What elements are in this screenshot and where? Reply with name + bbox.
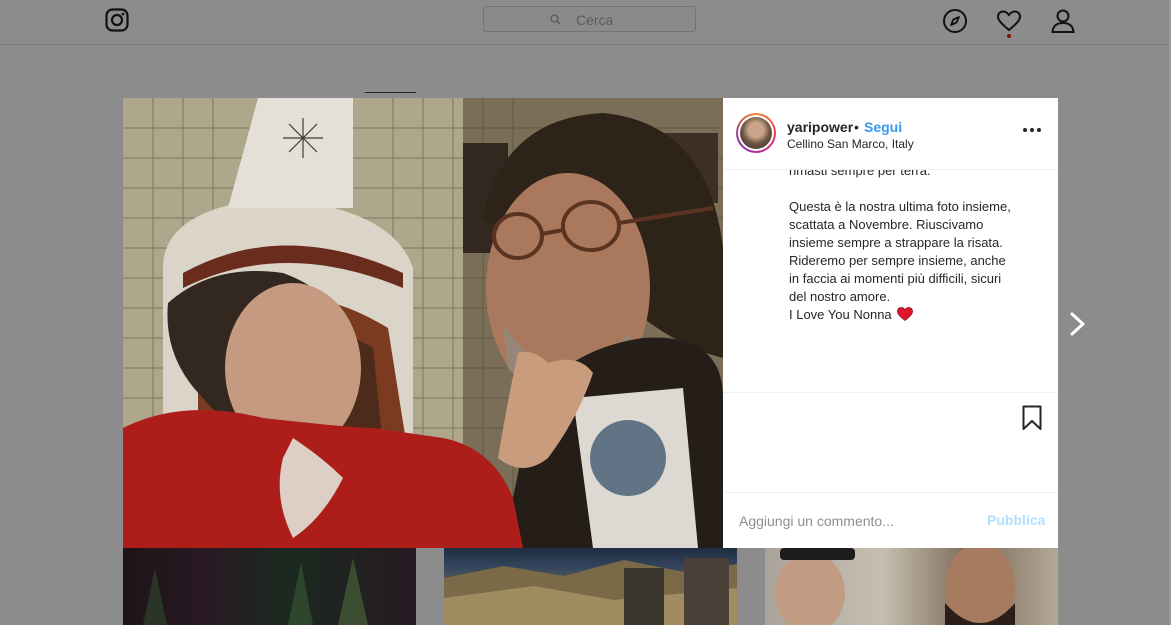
post-photo[interactable] xyxy=(123,98,723,548)
grid-thumbnail-1-image xyxy=(143,558,368,625)
username-link[interactable]: yaripower xyxy=(787,119,853,135)
top-navbar: Cerca xyxy=(0,0,1171,45)
grid-thumbnail-2-image xyxy=(444,558,737,625)
red-heart-icon xyxy=(897,307,914,321)
separator-dot: • xyxy=(854,119,859,135)
comment-bar: Pubblica xyxy=(723,492,1058,549)
profile-icon[interactable] xyxy=(1050,8,1076,34)
grid-thumbnail-3[interactable] xyxy=(765,548,1058,625)
caption-line: in faccia ai momenti più difficili, sicu… xyxy=(789,271,1002,286)
comment-input[interactable] xyxy=(739,511,969,531)
active-tab-indicator xyxy=(365,92,416,93)
caption-text: rimasti sempre per terra. Questa è la no… xyxy=(789,170,1044,342)
caption-line: insieme sempre a strappare la risata. xyxy=(789,235,1003,250)
publish-button[interactable]: Pubblica xyxy=(987,512,1045,528)
post-side-panel: yaripower • Segui Cellino San Marco, Ita… xyxy=(723,98,1058,548)
grid-thumbnail-2[interactable] xyxy=(444,548,737,625)
post-header: yaripower • Segui Cellino San Marco, Ita… xyxy=(723,98,1058,170)
grid-thumbnail-3-image xyxy=(775,548,1015,625)
caption-line: scattata a Novembre. Riuscivamo xyxy=(789,217,984,232)
next-post-chevron-icon[interactable] xyxy=(1068,310,1088,338)
post-photo-image xyxy=(123,98,723,548)
search-box[interactable]: Cerca xyxy=(483,6,696,32)
more-options-icon[interactable] xyxy=(1023,128,1043,134)
caption-line: Questa è la nostra ultima foto insieme, xyxy=(789,199,1011,214)
instagram-logo-icon[interactable] xyxy=(105,8,129,32)
bookmark-icon[interactable] xyxy=(1022,405,1042,431)
follow-button[interactable]: Segui xyxy=(864,119,902,135)
search-icon xyxy=(550,14,561,25)
caption-line: rimasti sempre per terra. xyxy=(789,170,931,178)
caption-line: del nostro amore. xyxy=(789,289,891,304)
grid-thumbnail-1[interactable] xyxy=(123,548,416,625)
post-actions-bar xyxy=(723,392,1058,493)
location-link[interactable]: Cellino San Marco, Italy xyxy=(787,137,914,151)
activity-heart-icon[interactable] xyxy=(996,8,1022,34)
caption-line: Rideremo per sempre insieme, anche xyxy=(789,253,1006,268)
notification-dot xyxy=(1007,34,1011,38)
caption-line-last: I Love You Nonna xyxy=(789,306,1044,324)
explore-compass-icon[interactable] xyxy=(942,8,968,34)
avatar[interactable] xyxy=(736,113,776,153)
search-placeholder: Cerca xyxy=(576,12,614,28)
caption-last-text: I Love You Nonna xyxy=(789,307,892,322)
avatar-image xyxy=(738,115,774,151)
caption-scroll-area[interactable]: rimasti sempre per terra. Questa è la no… xyxy=(723,170,1058,390)
